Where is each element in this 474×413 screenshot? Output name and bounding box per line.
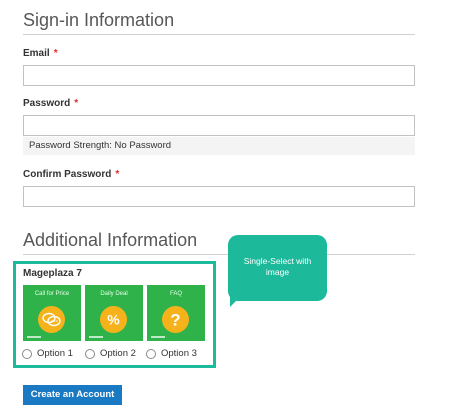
password-label-text: Password xyxy=(23,98,71,109)
option-3-image-caption: FAQ xyxy=(169,291,182,297)
email-required-mark: * xyxy=(53,48,58,59)
option-1-image-footer-mark xyxy=(27,336,41,338)
email-field[interactable] xyxy=(23,65,415,86)
confirm-password-required-mark: * xyxy=(115,169,120,180)
option-3-radio-circle[interactable] xyxy=(146,349,156,359)
option-2-image[interactable]: Daily Deal % xyxy=(85,285,143,341)
email-label-text: Email xyxy=(23,48,50,59)
option-2-image-caption: Daily Deal xyxy=(100,291,128,297)
chat-bubbles-icon xyxy=(38,306,65,333)
percent-glyph: % xyxy=(107,312,120,328)
question-icon: ? xyxy=(162,306,189,333)
question-glyph: ? xyxy=(170,311,180,330)
option-3-image-footer-mark xyxy=(151,336,165,338)
tooltip-line-1: Single-Select with xyxy=(243,256,312,266)
tooltip-line-2: image xyxy=(265,267,290,277)
option-2-label: Option 2 xyxy=(100,348,136,359)
option-1-image-caption: Call for Price xyxy=(34,291,70,297)
password-required-mark: * xyxy=(74,98,79,109)
option-1-radio-circle[interactable] xyxy=(22,349,32,359)
signin-section-title: Sign-in Information xyxy=(23,10,175,30)
option-3-image[interactable]: FAQ ? xyxy=(147,285,205,341)
confirm-password-label: Confirm Password * xyxy=(23,169,119,181)
additional-section-title: Additional Information xyxy=(23,230,198,250)
additional-section-divider xyxy=(23,254,415,255)
annotation-tooltip-text: Single-Select with image xyxy=(228,256,327,278)
confirm-password-field[interactable] xyxy=(23,186,415,207)
option-3-label: Option 3 xyxy=(161,348,197,359)
option-1-label: Option 1 xyxy=(37,348,73,359)
create-account-button[interactable]: Create an Account xyxy=(23,385,122,405)
password-label: Password * xyxy=(23,98,78,110)
percent-icon: % xyxy=(100,306,127,333)
option-2-image-footer-mark xyxy=(89,336,103,338)
confirm-password-label-text: Confirm Password xyxy=(23,169,112,180)
option-group-label: Mageplaza 7 xyxy=(23,268,82,279)
option-1-image[interactable]: Call for Price xyxy=(23,285,81,341)
signin-section-divider xyxy=(23,34,415,35)
password-strength-meter: Password Strength: No Password xyxy=(23,137,415,155)
email-label: Email * xyxy=(23,48,58,60)
option-2-radio-circle[interactable] xyxy=(85,349,95,359)
password-field[interactable] xyxy=(23,115,415,136)
